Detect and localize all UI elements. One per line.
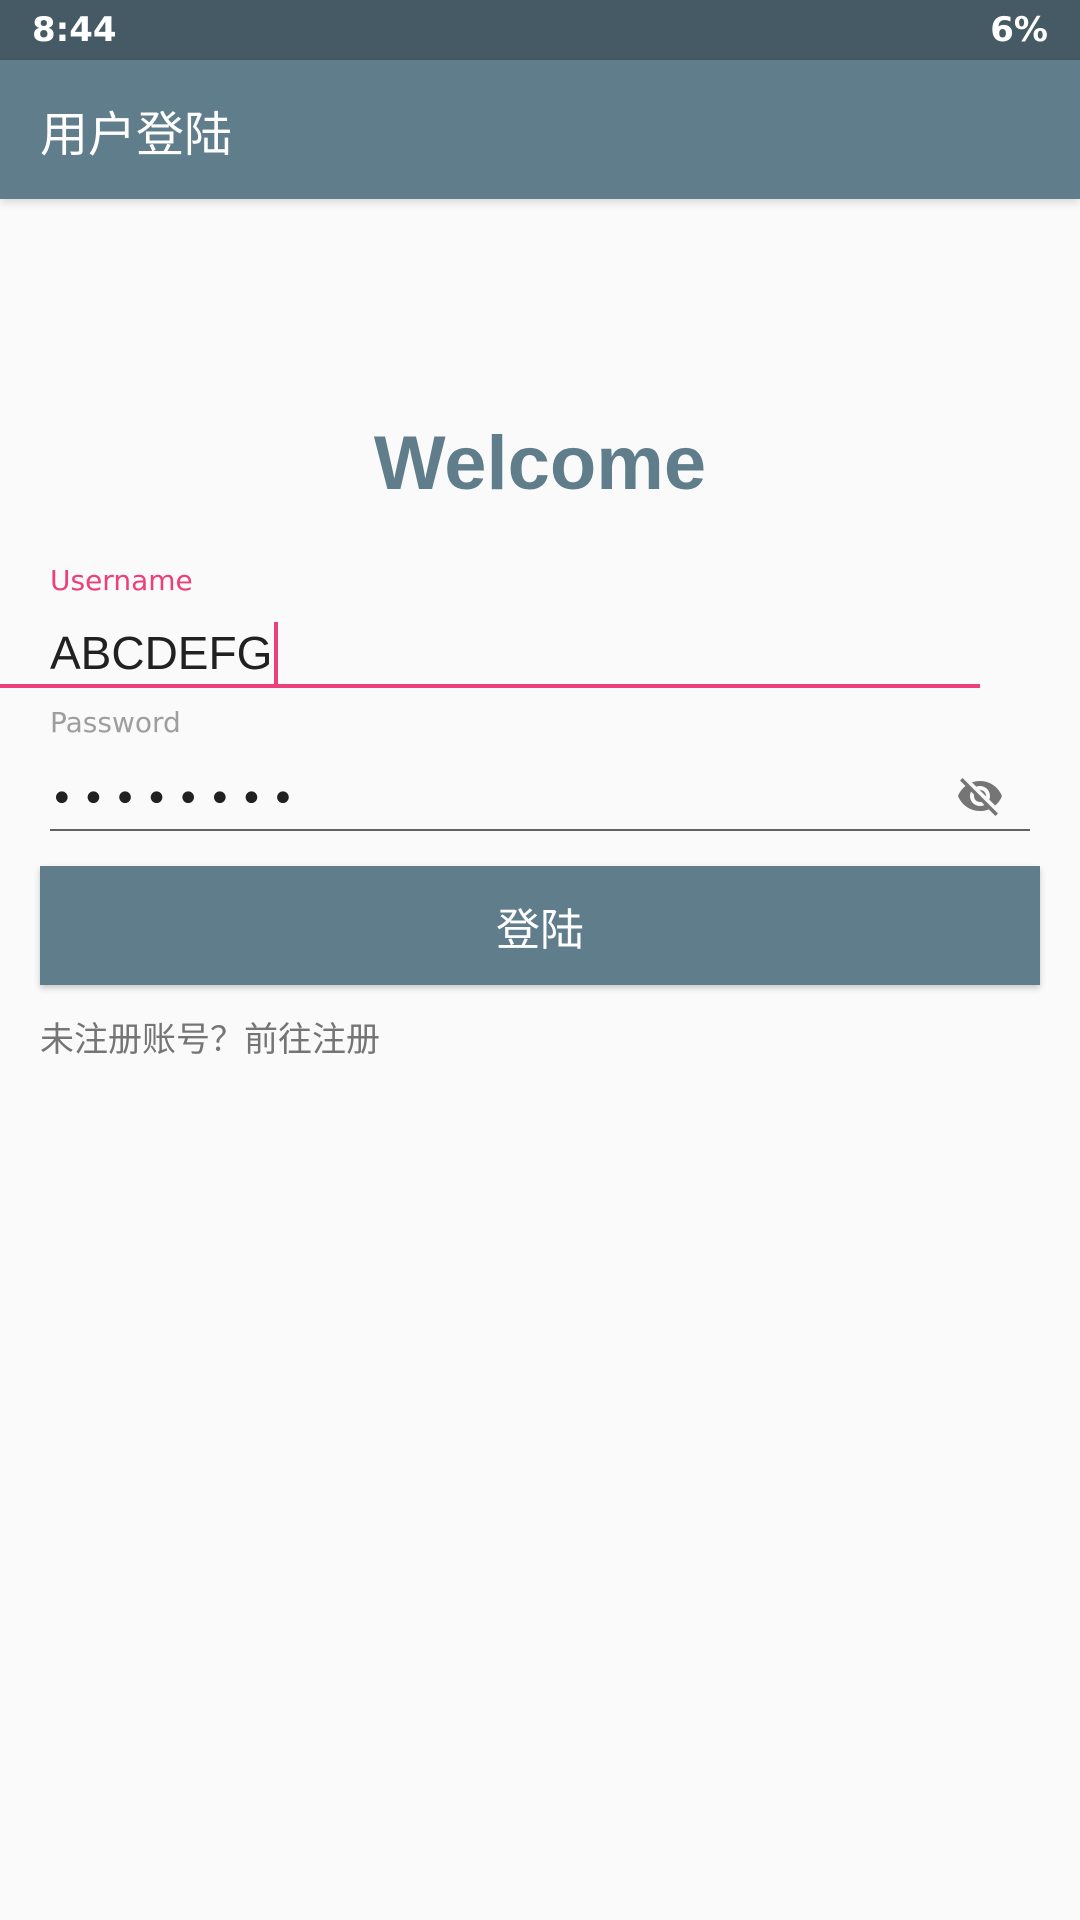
password-underline (50, 829, 1030, 831)
status-time: 8:44 (32, 10, 117, 50)
username-input[interactable]: ABCDEFG (50, 622, 279, 684)
username-field[interactable]: Username ABCDEFG (50, 564, 1030, 690)
visibility-off-icon[interactable] (950, 768, 1010, 824)
app-title: 用户登陆 (40, 106, 233, 163)
app-bar: 用户登陆 (0, 60, 1080, 199)
status-bar: 8:44 6% (0, 0, 1080, 60)
battery-level: 6% (990, 10, 1048, 50)
password-input[interactable]: •••••••• (50, 776, 303, 822)
register-link[interactable]: 未注册账号？前往注册 (40, 1012, 380, 1061)
welcome-heading: Welcome (373, 421, 707, 506)
username-label: Username (50, 564, 193, 597)
login-button[interactable]: 登陆 (40, 866, 1040, 985)
text-cursor (274, 622, 279, 684)
password-field[interactable]: Password •••••••• (50, 706, 1030, 834)
username-value: ABCDEFG (50, 627, 273, 679)
username-underline (0, 684, 980, 688)
password-label: Password (50, 706, 181, 739)
